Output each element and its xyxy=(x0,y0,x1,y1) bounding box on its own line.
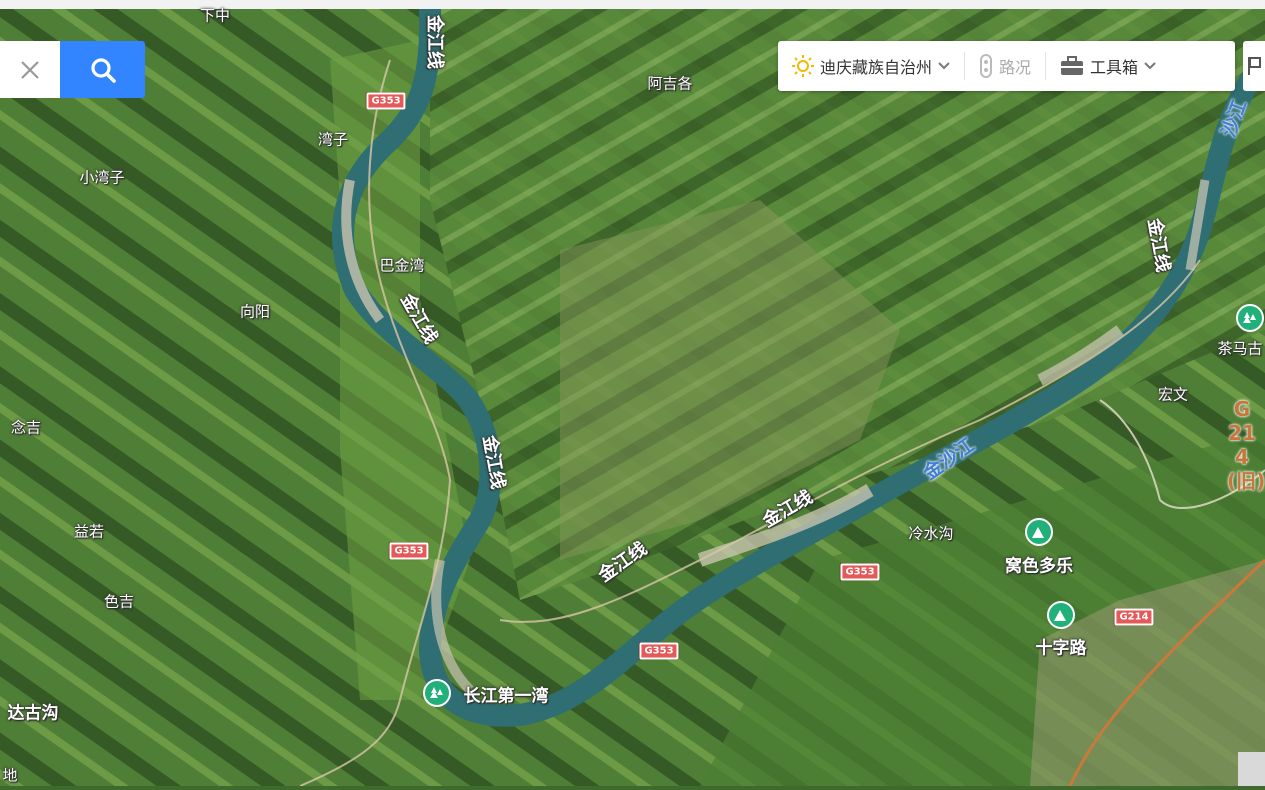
place-label: 益若 xyxy=(73,522,105,541)
place-label: 长江第一湾 xyxy=(463,686,549,707)
map-terrain xyxy=(0,0,1265,787)
map-corner-control[interactable] xyxy=(1238,752,1265,786)
place-label: 地 xyxy=(2,766,18,785)
mountain-icon xyxy=(1054,610,1066,621)
place-label: 小湾子 xyxy=(79,168,125,187)
place-label: 湾子 xyxy=(317,130,349,149)
place-label: 巴金湾 xyxy=(379,256,425,275)
road-label-vertical: G214(旧) xyxy=(1227,397,1265,493)
traffic-label: 路况 xyxy=(999,58,1032,77)
sun-icon xyxy=(792,55,814,77)
tree-icon xyxy=(430,687,443,698)
top-strip xyxy=(0,0,1265,9)
satellite-map[interactable]: 下中 金江线 阿吉各 湾子 小湾子 巴金湾 金江线 向阳 念吉 金江线 益若 色… xyxy=(0,0,1265,787)
traffic-light-icon xyxy=(980,54,993,78)
close-icon xyxy=(21,60,39,79)
chevron-down-icon xyxy=(1144,62,1156,70)
flag-icon xyxy=(1248,57,1261,75)
region-name: 迪庆藏族自治州 xyxy=(820,58,933,77)
flag-button[interactable] xyxy=(1243,41,1265,91)
search-box xyxy=(0,41,145,98)
mountain-poi-icon[interactable] xyxy=(1047,601,1075,629)
scenic-poi-icon[interactable] xyxy=(423,679,451,707)
place-label: 窝色多乐 xyxy=(1005,556,1073,577)
place-label: 阿吉各 xyxy=(647,74,693,93)
clear-search-button[interactable] xyxy=(0,41,60,98)
region-selector[interactable]: 迪庆藏族自治州 xyxy=(778,41,964,91)
road-shield: G353 xyxy=(840,563,880,581)
toolbox-label: 工具箱 xyxy=(1090,58,1139,77)
place-label: 下中 xyxy=(199,6,231,25)
place-label: 向阳 xyxy=(239,302,271,321)
map-toolbar: 迪庆藏族自治州 路况 工具箱 xyxy=(778,41,1235,91)
tree-icon xyxy=(1243,312,1256,323)
road-shield: G353 xyxy=(389,542,429,560)
road-shield: G353 xyxy=(639,642,679,660)
traffic-toggle[interactable]: 路况 xyxy=(965,41,1045,91)
road-shield: G214 xyxy=(1114,608,1154,626)
road-label: 金江线 xyxy=(424,15,445,69)
place-label: 达古沟 xyxy=(7,703,59,724)
place-label: 色吉 xyxy=(103,592,135,611)
toolbox-icon xyxy=(1061,56,1084,75)
road-shield: G353 xyxy=(366,92,406,110)
scenic-poi-icon[interactable] xyxy=(1236,304,1264,332)
mountain-icon xyxy=(1032,527,1044,538)
search-icon xyxy=(90,57,116,83)
search-button[interactable] xyxy=(60,41,145,98)
place-label: 茶马古 xyxy=(1217,339,1263,358)
place-label: 念吉 xyxy=(10,418,42,437)
toolbox-menu[interactable]: 工具箱 xyxy=(1046,41,1170,91)
mountain-poi-icon[interactable] xyxy=(1025,518,1053,546)
place-label: 宏文 xyxy=(1157,385,1189,404)
chevron-down-icon xyxy=(938,62,950,70)
place-label: 冷水沟 xyxy=(908,524,954,543)
place-label: 十字路 xyxy=(1035,638,1087,659)
